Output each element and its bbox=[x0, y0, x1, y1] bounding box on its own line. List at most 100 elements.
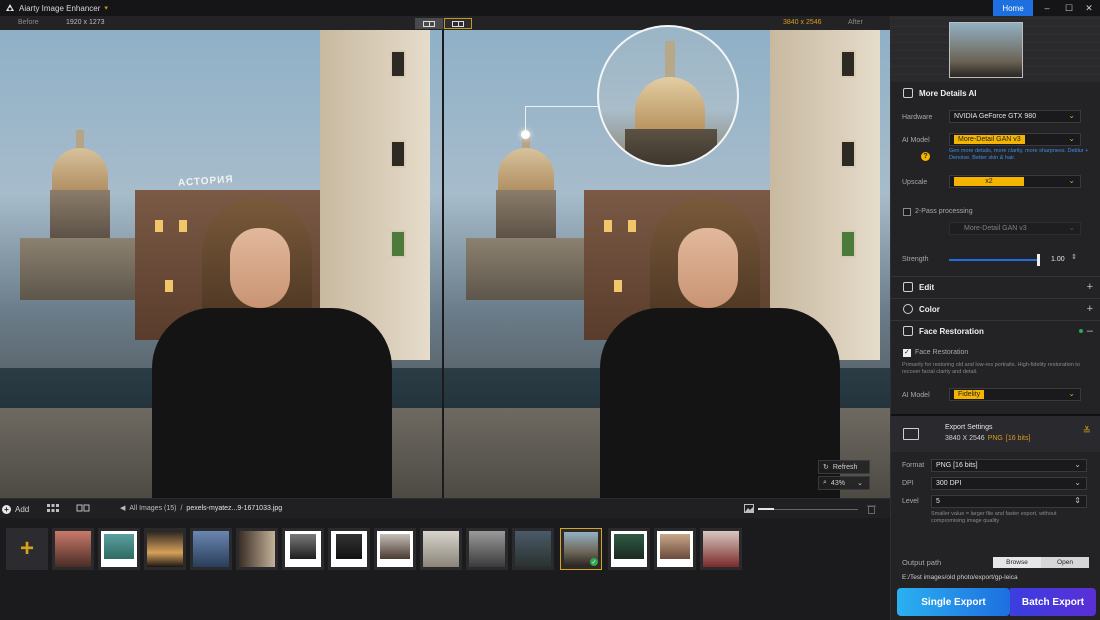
chevron-down-icon: ⌄ bbox=[1068, 134, 1075, 143]
title-bar: Aiarty Image Enhancer ▾ Home – ☐ ✕ bbox=[0, 0, 1100, 16]
two-pass-checkbox[interactable] bbox=[903, 208, 911, 216]
dpi-value: 300 DPI bbox=[936, 480, 962, 487]
slider-view-button[interactable] bbox=[444, 18, 472, 29]
single-export-button[interactable]: Single Export bbox=[897, 588, 1010, 616]
stepper-icon[interactable]: ⇕ bbox=[1074, 496, 1081, 505]
thumbnail[interactable] bbox=[374, 528, 416, 570]
chevron-down-icon: ⌄ bbox=[1068, 176, 1075, 185]
browse-button[interactable]: Browse bbox=[993, 557, 1041, 568]
thumbnail[interactable] bbox=[282, 528, 324, 570]
more-details-title: More Details AI bbox=[919, 88, 977, 98]
upscale-select[interactable]: x2 ⌄ bbox=[949, 175, 1081, 188]
back-icon[interactable]: ◀ bbox=[120, 504, 125, 512]
face-restoration-header[interactable]: Face Restoration – bbox=[891, 322, 1100, 340]
format-select[interactable]: PNG [16 bits] ⌄ bbox=[931, 459, 1087, 472]
filmstrip-toolbar: + Add ◀ All Images (15) / pexels-myatez.… bbox=[0, 498, 890, 518]
add-tile-button[interactable]: + bbox=[6, 528, 48, 570]
format-label: Format bbox=[902, 462, 925, 469]
face-ai-model-select[interactable]: Fidelity ⌄ bbox=[949, 388, 1081, 401]
strength-value[interactable]: 1.00 bbox=[1051, 256, 1065, 263]
filmstrip-view-icon[interactable] bbox=[76, 503, 90, 514]
close-icon[interactable]: ✕ bbox=[1078, 0, 1100, 16]
divider bbox=[891, 276, 1100, 277]
before-image[interactable]: АСТОРИЯ bbox=[0, 30, 442, 498]
thumbnail[interactable] bbox=[654, 528, 696, 570]
home-button[interactable]: Home bbox=[993, 0, 1033, 16]
compare-view-icon bbox=[452, 20, 464, 27]
open-button[interactable]: Open bbox=[1041, 557, 1089, 568]
output-size: 3840 x 2546 bbox=[783, 19, 822, 26]
ai-model-select[interactable]: More-Detail GAN v3 ⌄ bbox=[949, 133, 1081, 146]
app-menu-chevron-icon[interactable]: ▾ bbox=[104, 4, 108, 12]
breadcrumb-current-file: pexels-myatez...9-1671033.jpg bbox=[186, 504, 283, 512]
chevron-down-icon: ⌄ bbox=[1074, 460, 1081, 469]
thumbnail[interactable] bbox=[190, 528, 232, 570]
expand-plus-icon[interactable]: + bbox=[1087, 281, 1093, 293]
status-dot bbox=[1079, 329, 1083, 333]
double-chevron-down-icon[interactable]: ≚ bbox=[1083, 426, 1091, 437]
strength-slider[interactable] bbox=[949, 259, 1039, 261]
chevron-down-icon: ⌄ bbox=[1068, 111, 1075, 120]
more-details-header[interactable]: More Details AI bbox=[891, 84, 1100, 102]
face-restoration-checkbox[interactable] bbox=[903, 348, 911, 357]
magnifier-loupe[interactable] bbox=[597, 25, 739, 167]
two-pass-model-value: More-Detail GAN v3 bbox=[964, 225, 1027, 232]
add-images-button[interactable]: + Add bbox=[2, 502, 38, 516]
thumbnail[interactable] bbox=[52, 528, 94, 570]
face-restoration-title: Face Restoration bbox=[919, 326, 984, 336]
hardware-select[interactable]: NVIDIA GeForce GTX 980 ⌄ bbox=[949, 110, 1081, 123]
export-settings-icon bbox=[903, 428, 919, 440]
level-input[interactable]: 5 ⇕ bbox=[931, 495, 1087, 508]
filmstrip: + ✓ bbox=[0, 518, 890, 620]
thumbnail[interactable] bbox=[420, 528, 462, 570]
thumbnail[interactable] bbox=[236, 528, 278, 570]
color-title: Color bbox=[919, 304, 940, 314]
thumbnail[interactable] bbox=[512, 528, 554, 570]
thumbnail[interactable] bbox=[144, 528, 186, 570]
settings-panel: More Details AI Hardware NVIDIA GeForce … bbox=[890, 16, 1100, 620]
maximize-icon[interactable]: ☐ bbox=[1058, 0, 1080, 16]
two-pass-model-select[interactable]: More-Detail GAN v3 ⌄ bbox=[949, 222, 1081, 235]
level-note: Smaller value = larger file and faster e… bbox=[931, 511, 1057, 524]
add-label: Add bbox=[15, 504, 30, 514]
thumbnail[interactable] bbox=[98, 528, 140, 570]
ai-chip-icon bbox=[903, 88, 913, 98]
expand-plus-icon[interactable]: + bbox=[1087, 303, 1093, 315]
color-header[interactable]: Color + bbox=[891, 300, 1100, 318]
help-icon[interactable]: ? bbox=[921, 152, 930, 161]
navigator-preview[interactable] bbox=[891, 16, 1100, 82]
thumbnail[interactable] bbox=[466, 528, 508, 570]
collapse-minus-icon[interactable]: – bbox=[1087, 325, 1093, 337]
grid-view-icon[interactable] bbox=[46, 503, 60, 514]
edit-title: Edit bbox=[919, 282, 935, 292]
breadcrumb-all-images[interactable]: All Images (15) bbox=[129, 505, 176, 512]
stepper-icon[interactable]: ⇕ bbox=[1071, 253, 1077, 261]
magnifier-handle[interactable] bbox=[521, 130, 530, 139]
face-ai-model-label: AI Model bbox=[902, 392, 930, 399]
batch-export-button[interactable]: Batch Export bbox=[1010, 588, 1096, 616]
hardware-label: Hardware bbox=[902, 114, 933, 121]
divider bbox=[891, 320, 1100, 321]
thumbnail-selected[interactable]: ✓ bbox=[560, 528, 602, 570]
export-bits: [16 bits] bbox=[1005, 435, 1031, 442]
thumbnail-size-slider-fill bbox=[758, 508, 774, 510]
upscale-label: Upscale bbox=[902, 179, 928, 186]
zoom-control[interactable]: ⌕ 43% ⌄ bbox=[818, 476, 870, 490]
export-size: 3840 X 2546 bbox=[945, 435, 985, 442]
ai-model-note: Gen more details, more clarity, more sha… bbox=[949, 148, 1089, 161]
strength-slider-handle[interactable] bbox=[1037, 254, 1040, 266]
minimize-icon[interactable]: – bbox=[1036, 0, 1058, 16]
strength-label: Strength bbox=[902, 256, 929, 263]
dpi-select[interactable]: 300 DPI ⌄ bbox=[931, 477, 1087, 490]
edit-header[interactable]: Edit + bbox=[891, 278, 1100, 296]
thumbnail[interactable] bbox=[608, 528, 650, 570]
thumbnail[interactable] bbox=[328, 528, 370, 570]
export-settings-header[interactable]: Export Settings 3840 X 2546 PNG [16 bits… bbox=[891, 416, 1100, 452]
chevron-down-icon: ⌄ bbox=[1074, 478, 1081, 487]
export-settings-title: Export Settings bbox=[945, 424, 993, 431]
refresh-button[interactable]: ↻ Refresh bbox=[818, 460, 870, 474]
cathedral-dome bbox=[20, 130, 140, 300]
side-by-side-view-button[interactable] bbox=[415, 18, 443, 29]
trash-icon[interactable] bbox=[867, 504, 876, 514]
thumbnail[interactable] bbox=[700, 528, 742, 570]
